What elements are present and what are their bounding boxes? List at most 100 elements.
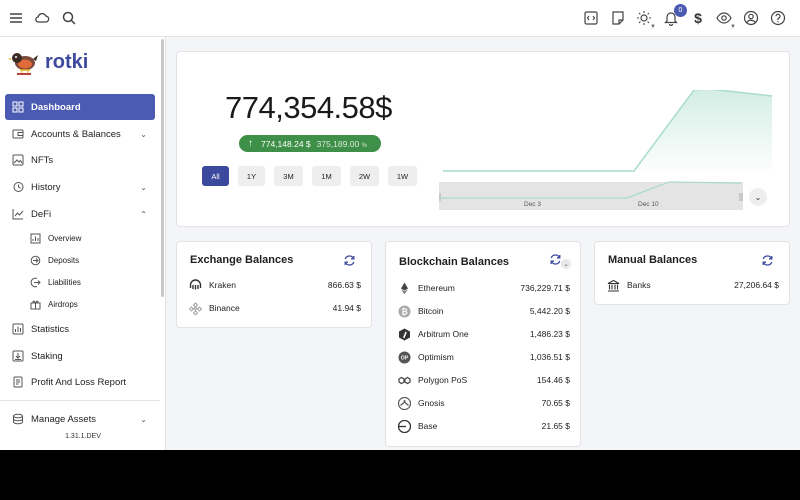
blockchain-balances-card: Blockchain Balances ⌄ Ethereum 736,229.7…	[385, 241, 581, 447]
balance-name: Banks	[627, 280, 651, 290]
range-1m-button[interactable]: 1M	[312, 166, 341, 186]
balance-row[interactable]: Ethereum	[398, 280, 455, 296]
sidebar-subitem-airdrops[interactable]: Airdrops	[30, 294, 150, 314]
search-icon[interactable]	[60, 9, 78, 27]
svg-text:₿: ₿	[401, 307, 408, 316]
overview-icon	[30, 233, 41, 244]
menu-icon[interactable]	[7, 9, 25, 27]
sidebar-item-label: History	[31, 181, 61, 193]
net-worth-value: 774,354.58$	[225, 90, 392, 125]
range-3m-button[interactable]: 3M	[274, 166, 303, 186]
sidebar-subitem-overview[interactable]: Overview	[30, 228, 150, 248]
card-title: Blockchain Balances	[399, 256, 510, 268]
sidebar-subitem-label: Airdrops	[48, 299, 78, 309]
balance-name: Polygon PoS	[418, 375, 468, 385]
chevron-up-icon: ⌃	[140, 209, 147, 219]
chevron-down-icon[interactable]: ⌄	[749, 188, 767, 206]
chart-range-selector[interactable]	[439, 182, 743, 210]
sidebar: rotki Dashboard Accounts & Balances ⌄ NF…	[0, 37, 166, 450]
chart-area	[443, 90, 772, 172]
balance-row[interactable]: Arbitrum One	[398, 326, 469, 342]
range-1w-button[interactable]: 1W	[388, 166, 417, 186]
privacy-chevron-icon: ▼	[730, 24, 736, 30]
balance-amount: 866.63 $	[327, 280, 361, 290]
balance-row[interactable]: Gnosis	[398, 395, 444, 411]
net-worth-chart[interactable]: Dec 3 Dec 10	[439, 90, 773, 214]
refresh-icon[interactable]	[761, 254, 774, 267]
code-icon[interactable]	[582, 9, 600, 27]
help-icon[interactable]	[769, 9, 787, 27]
balance-amount: 1,486.23 $	[529, 329, 570, 339]
balance-amount: 736,229.71 $	[520, 283, 570, 293]
dashboard-icon	[12, 101, 24, 113]
statistics-icon	[12, 323, 24, 335]
chevron-down-icon: ⌄	[140, 414, 147, 424]
balance-row[interactable]: Polygon PoS	[398, 372, 467, 388]
range-2w-button[interactable]: 2W	[350, 166, 379, 186]
binance-icon	[189, 301, 202, 315]
liabilities-icon	[30, 277, 41, 288]
balance-row[interactable]: Banks	[607, 277, 651, 293]
report-icon	[12, 376, 24, 388]
chevron-down-icon[interactable]: ⌄	[561, 259, 571, 269]
sidebar-item-dashboard[interactable]: Dashboard	[5, 94, 155, 120]
balance-row[interactable]: Binance	[189, 300, 240, 316]
balance-name: Base	[418, 421, 438, 431]
sidebar-item-nfts[interactable]: NFTs	[5, 147, 155, 173]
sidebar-item-accounts-balances[interactable]: Accounts & Balances ⌄	[5, 121, 155, 147]
sidebar-subitem-deposits[interactable]: Deposits	[30, 250, 150, 270]
history-icon	[12, 181, 24, 193]
chevron-down-icon: ⌄	[140, 182, 147, 192]
theme-chevron-icon: ▼	[650, 24, 656, 30]
notification-badge: 0	[674, 4, 687, 17]
currency-icon[interactable]: $	[689, 9, 707, 27]
sidebar-item-label: Statistics	[31, 323, 70, 335]
sidebar-item-staking[interactable]: Staking	[5, 343, 155, 369]
sidebar-subitem-label: Overview	[48, 233, 82, 243]
range-all-button[interactable]: All	[202, 166, 229, 186]
balance-row[interactable]: Kraken	[189, 277, 236, 293]
cloud-icon[interactable]	[33, 9, 51, 27]
range-1y-button[interactable]: 1Y	[238, 166, 265, 186]
bank-icon	[607, 279, 620, 292]
chart-tick-label: Dec 3	[524, 201, 541, 208]
sidebar-item-defi[interactable]: DeFi ⌃	[5, 201, 155, 227]
manual-balances-card: Manual Balances Banks 27,206.64 $	[594, 241, 790, 305]
kraken-icon	[189, 278, 202, 292]
refresh-icon[interactable]	[343, 254, 356, 267]
sidebar-item-manage-assets[interactable]: Manage Assets ⌄	[5, 406, 155, 432]
chart-tick-label: Dec 10	[638, 201, 659, 208]
range-handle-left[interactable]	[439, 193, 441, 201]
balance-row[interactable]: ₿ Bitcoin	[398, 303, 444, 319]
balance-row[interactable]: OP Optimism	[398, 349, 454, 365]
sidebar-item-history[interactable]: History ⌄	[5, 174, 155, 200]
top-bar: ▼ 0 $ ▼	[0, 0, 800, 37]
sidebar-item-label: Profit And Loss Report	[31, 376, 127, 388]
balance-amount: 5,442.20 $	[529, 306, 570, 316]
wallet-icon	[12, 128, 24, 140]
balance-amount: 27,206.64 $	[734, 280, 779, 290]
balance-name: Kraken	[209, 280, 236, 290]
optimism-icon: OP	[398, 351, 411, 364]
balance-amount: 41.94 $	[332, 303, 361, 313]
balance-name: Gnosis	[418, 398, 445, 408]
sidebar-item-statistics[interactable]: Statistics	[5, 316, 155, 342]
airdrops-icon	[30, 299, 41, 310]
balance-row[interactable]: Base	[398, 418, 437, 434]
image-icon	[12, 154, 24, 166]
base-icon	[398, 419, 411, 433]
net-worth-card: 774,354.58$ ↑ 774,148.24 $ 375,189.00 % …	[176, 51, 790, 227]
sidebar-scrollbar[interactable]	[161, 39, 164, 297]
bitcoin-icon: ₿	[398, 305, 411, 318]
range-handle-right[interactable]	[739, 193, 743, 201]
arbitrum-icon	[398, 328, 411, 341]
sidebar-subitem-liabilities[interactable]: Liabilities	[30, 272, 150, 292]
change-badge: ↑ 774,148.24 $ 375,189.00 %	[239, 135, 381, 152]
rotki-logo-icon	[8, 53, 38, 75]
balance-name: Bitcoin	[418, 306, 444, 316]
account-icon[interactable]	[742, 9, 760, 27]
note-icon[interactable]	[609, 9, 627, 27]
sidebar-item-label: DeFi	[31, 208, 52, 220]
sidebar-item-profit-loss-report[interactable]: Profit And Loss Report	[5, 369, 155, 395]
svg-text:OP: OP	[401, 355, 409, 361]
